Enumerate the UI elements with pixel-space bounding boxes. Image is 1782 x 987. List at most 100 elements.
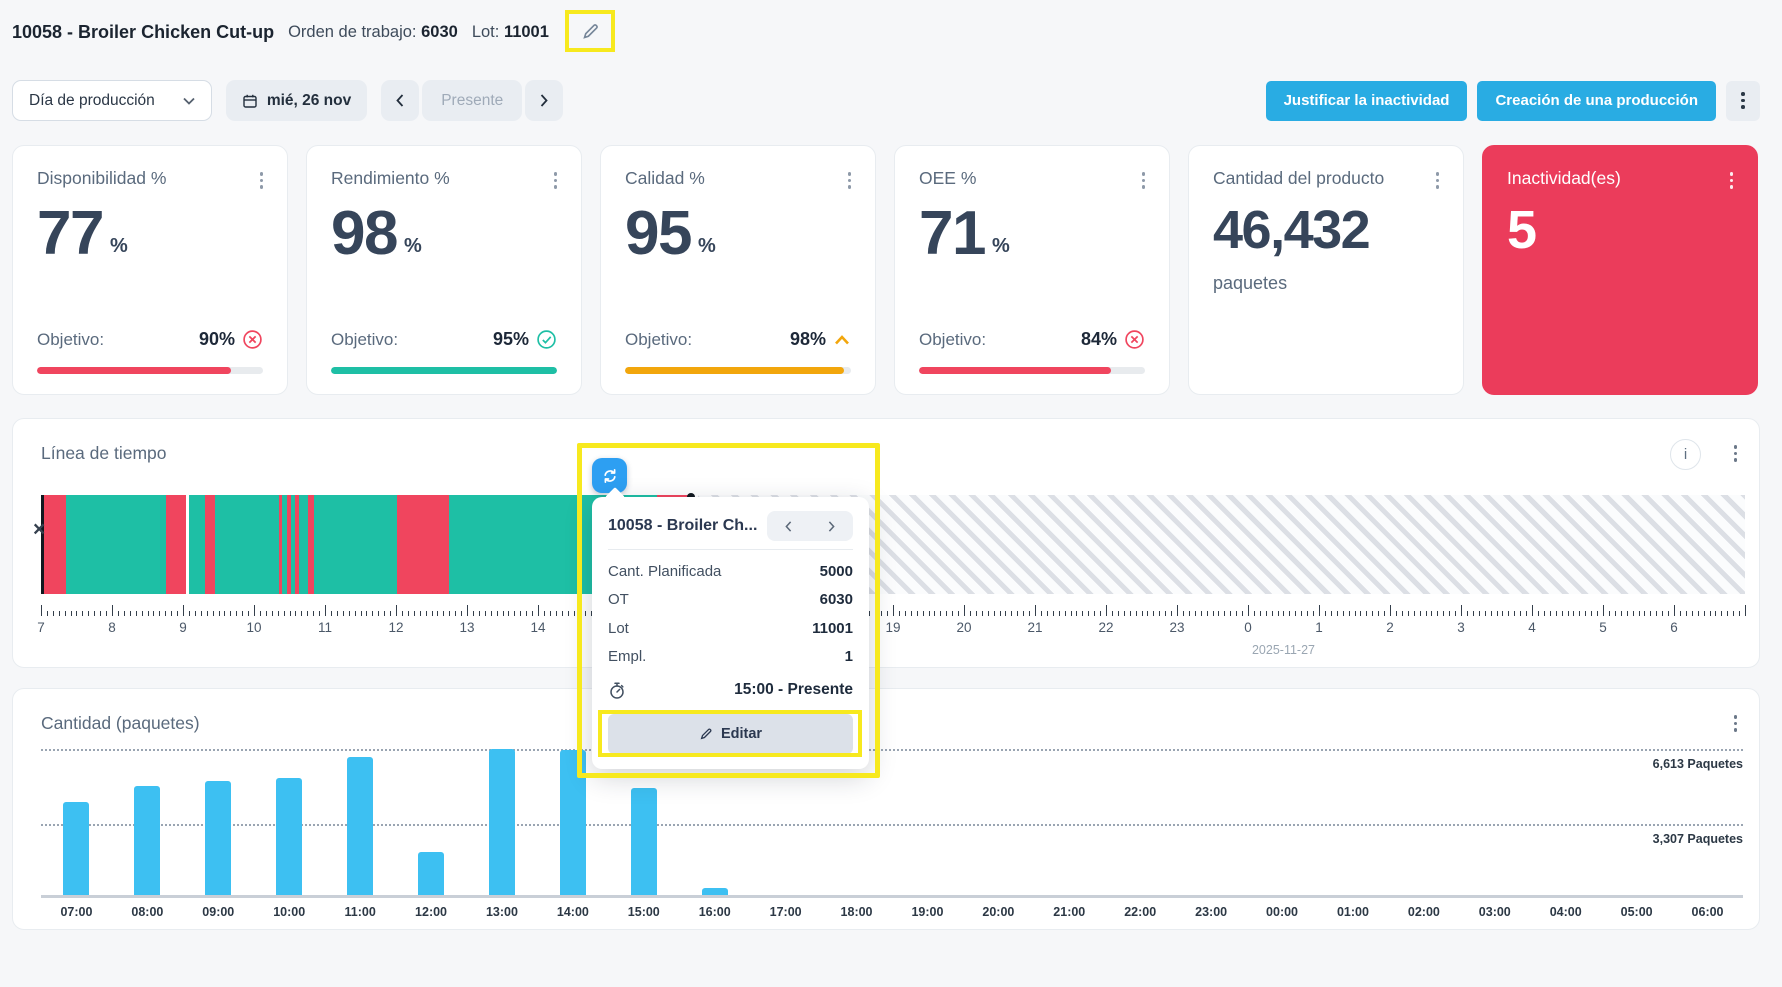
kpi-card-inactividades[interactable]: Inactividad(es) 5 bbox=[1482, 145, 1758, 395]
objective-label: Objetivo: bbox=[625, 329, 693, 349]
shift-start-x-icon: × bbox=[33, 518, 46, 541]
sync-button[interactable] bbox=[592, 458, 627, 493]
objective-row: Objetivo: 98% bbox=[625, 329, 851, 350]
kpi-card-oee: OEE % 71% Objetivo: 84% bbox=[894, 145, 1170, 395]
chevron-left-icon bbox=[396, 94, 404, 107]
kebab-icon[interactable] bbox=[1435, 172, 1439, 189]
kpi-value: 5 bbox=[1507, 203, 1733, 257]
kpi-number: 46,432 bbox=[1213, 200, 1371, 260]
quantity-bar-12:00[interactable] bbox=[418, 852, 445, 895]
justify-downtime-button[interactable]: Justificar la inactividad bbox=[1265, 80, 1468, 121]
timeline-segment-stop[interactable] bbox=[205, 495, 215, 594]
next-production-button[interactable] bbox=[810, 511, 853, 541]
quantity-bar-08:00[interactable] bbox=[134, 786, 161, 895]
kpi-number: 98 bbox=[331, 199, 398, 268]
x-axis-label: 19:00 bbox=[911, 905, 944, 919]
kebab-icon[interactable] bbox=[259, 172, 263, 189]
kpi-unit-label: paquetes bbox=[1213, 273, 1288, 293]
timeline-segment-stop[interactable] bbox=[396, 495, 449, 594]
timeline-segment-run[interactable] bbox=[448, 495, 609, 594]
timeline-hour-label: 2 bbox=[1386, 620, 1394, 635]
quantity-bar-11:00[interactable] bbox=[347, 757, 374, 895]
timeline-segment-run[interactable] bbox=[214, 495, 279, 594]
timeline-hour-label: 3 bbox=[1457, 620, 1465, 635]
kpi-value: 77% bbox=[37, 203, 263, 265]
timeline-segment-run[interactable] bbox=[298, 495, 308, 594]
kebab-icon[interactable] bbox=[1141, 172, 1145, 189]
chevron-left-icon bbox=[785, 520, 792, 532]
timeline-segment-run[interactable] bbox=[65, 495, 166, 594]
present-button[interactable]: Presente bbox=[422, 80, 523, 121]
timeline-hour-label: 10 bbox=[246, 620, 262, 635]
x-axis-label: 02:00 bbox=[1407, 905, 1440, 919]
timeline-hour-label: 7 bbox=[37, 620, 45, 635]
kpi-value: 95% bbox=[625, 203, 851, 265]
quantity-bar-09:00[interactable] bbox=[205, 781, 232, 895]
quantity-bar-13:00[interactable] bbox=[488, 749, 515, 895]
pencil-icon[interactable] bbox=[581, 22, 600, 41]
quantity-bar-16:00[interactable] bbox=[701, 888, 728, 895]
x-axis-label: 10:00 bbox=[273, 905, 306, 919]
kpi-card-disponibilidad: Disponibilidad % 77% Objetivo: 90% bbox=[12, 145, 288, 395]
timeline-hour-label: 23 bbox=[1169, 620, 1185, 635]
x-axis-label: 15:00 bbox=[627, 905, 660, 919]
objective-row: Objetivo: 95% bbox=[331, 329, 557, 350]
quantity-bar-07:00[interactable] bbox=[63, 802, 90, 895]
timeline-segment-stop[interactable] bbox=[43, 495, 66, 594]
circle-x-icon bbox=[1125, 330, 1144, 349]
timeline-segment-run[interactable] bbox=[188, 495, 205, 594]
create-production-button[interactable]: Creación de una producción bbox=[1477, 80, 1716, 121]
objective-row: Objetivo: 84% bbox=[919, 329, 1145, 350]
objective-value: 95% bbox=[492, 329, 529, 349]
quantity-bar-15:00[interactable] bbox=[630, 788, 657, 895]
timeline-hour-label: 9 bbox=[179, 620, 187, 635]
objective-label: Objetivo: bbox=[331, 329, 399, 349]
objective-value: 98% bbox=[789, 329, 826, 349]
row-value: 1 bbox=[844, 648, 853, 666]
timeline-segment-stop[interactable] bbox=[165, 495, 186, 594]
popup-header: 10058 - Broiler Ch... bbox=[608, 509, 853, 543]
popup-row-planned-qty: Cant. Planificada 5000 bbox=[608, 557, 853, 586]
period-selector-dropdown[interactable]: Día de producción bbox=[12, 80, 212, 121]
kpi-number: 95 bbox=[625, 199, 692, 268]
kpi-title: Disponibilidad % bbox=[37, 168, 167, 188]
page-title: 10058 - Broiler Chicken Cut-up bbox=[12, 21, 275, 42]
quantity-chart-card: Cantidad (paquetes) 6,613 Paquetes 3,307… bbox=[12, 688, 1760, 930]
period-selector-value: Día de producción bbox=[29, 91, 155, 109]
kpi-value: 46,432 bbox=[1213, 203, 1439, 257]
prev-day-button[interactable] bbox=[381, 80, 420, 121]
prev-production-button[interactable] bbox=[767, 511, 810, 541]
quantity-bar-14:00[interactable] bbox=[559, 750, 586, 895]
timeline-segment-run[interactable] bbox=[313, 495, 397, 594]
x-axis-label: 13:00 bbox=[485, 905, 518, 919]
edit-production-button[interactable]: Editar bbox=[608, 714, 853, 754]
kebab-icon[interactable] bbox=[1729, 172, 1733, 189]
toolbar-left: Día de producción mié, 26 nov Presente bbox=[12, 80, 564, 121]
next-day-button[interactable] bbox=[525, 80, 564, 121]
circle-check-icon bbox=[537, 330, 556, 349]
chevron-down-icon bbox=[183, 97, 195, 105]
kpi-card-calidad: Calidad % 95% Objetivo: 98% bbox=[600, 145, 876, 395]
calendar-icon bbox=[243, 94, 257, 108]
info-icon[interactable]: i bbox=[1670, 439, 1701, 470]
kpi-row: Disponibilidad % 77% Objetivo: 90% Rendi… bbox=[12, 145, 1758, 395]
quantity-bar-10:00[interactable] bbox=[276, 778, 303, 895]
pencil-icon bbox=[700, 728, 712, 740]
timeline-card: Línea de tiempo i × 78910111213141516171… bbox=[12, 418, 1760, 668]
x-axis-label: 14:00 bbox=[556, 905, 589, 919]
timeline-hour-label: 4 bbox=[1528, 620, 1536, 635]
x-axis-label: 11:00 bbox=[344, 905, 376, 919]
row-label: Lot bbox=[608, 619, 629, 637]
kebab-icon[interactable] bbox=[553, 172, 557, 189]
lot: Lot: 11001 bbox=[472, 23, 549, 42]
kpi-unit: % bbox=[109, 235, 128, 257]
chevron-right-icon bbox=[541, 94, 548, 107]
timeline-axis-ticks bbox=[41, 605, 1746, 616]
date-picker-button[interactable]: mié, 26 nov bbox=[225, 80, 368, 121]
timeline-menu-button[interactable] bbox=[1733, 445, 1737, 462]
toolbar-menu-button[interactable] bbox=[1726, 80, 1760, 121]
kebab-icon[interactable] bbox=[847, 172, 851, 189]
x-axis-label: 09:00 bbox=[202, 905, 235, 919]
kpi-number: 71 bbox=[919, 199, 986, 268]
timeline-hour-label: 0 bbox=[1244, 620, 1252, 635]
